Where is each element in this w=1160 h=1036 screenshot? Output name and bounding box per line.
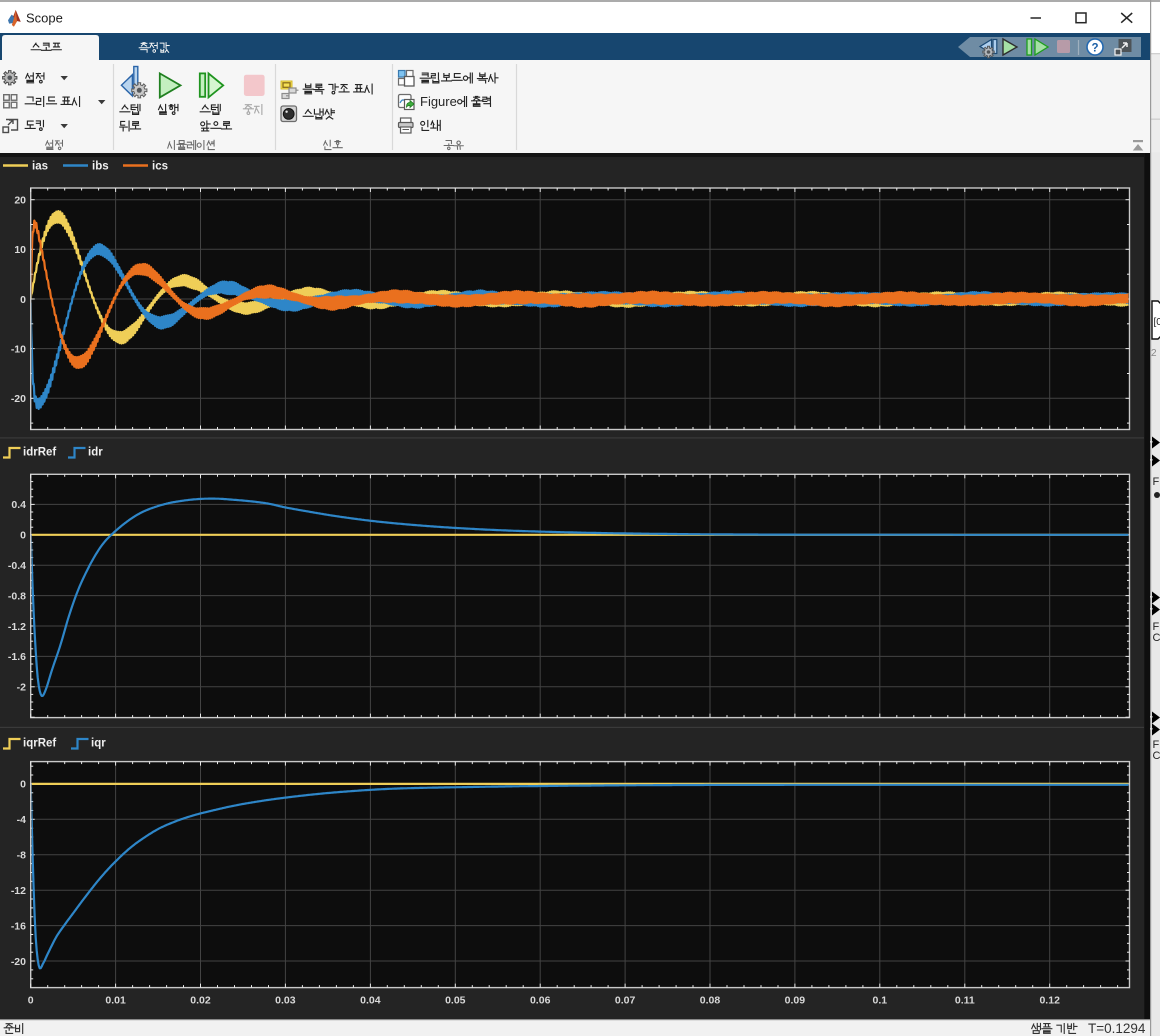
svg-text:idrRef: idrRef	[23, 447, 56, 459]
svg-text:0.06: 0.06	[530, 995, 551, 1007]
svg-text:0.09: 0.09	[785, 995, 806, 1007]
svg-text:0.01: 0.01	[105, 995, 126, 1007]
svg-text:0.04: 0.04	[360, 995, 381, 1007]
svg-text:-20: -20	[11, 956, 26, 968]
svg-text:0.4: 0.4	[11, 499, 26, 511]
svg-text:-0.8: -0.8	[8, 590, 26, 602]
svg-text:Figure: Figure	[420, 94, 457, 109]
svg-text:-10: -10	[11, 343, 26, 355]
svg-text:0: 0	[20, 294, 26, 306]
svg-text:-2: -2	[17, 682, 26, 694]
svg-text:C: C	[1153, 632, 1160, 644]
svg-text:ibs: ibs	[92, 161, 109, 173]
svg-text:-1.2: -1.2	[8, 621, 26, 633]
svg-text:0.02: 0.02	[190, 995, 211, 1007]
svg-text:0: 0	[20, 530, 26, 542]
svg-text:0.1: 0.1	[872, 995, 887, 1007]
svg-text:0.12: 0.12	[1039, 995, 1060, 1007]
svg-text:10: 10	[14, 244, 26, 256]
svg-text:-20: -20	[11, 393, 26, 405]
svg-text:T=0.1294: T=0.1294	[1088, 1021, 1146, 1036]
svg-text:?: ?	[1091, 43, 1098, 55]
svg-text:0: 0	[20, 779, 26, 791]
svg-text:ias: ias	[32, 161, 48, 173]
svg-text:iqrRef: iqrRef	[23, 738, 56, 750]
svg-text:-1.6: -1.6	[8, 651, 26, 663]
svg-text:-8: -8	[17, 850, 26, 862]
svg-text:-12: -12	[11, 885, 26, 897]
svg-text:C: C	[1153, 750, 1160, 762]
svg-text:iqr: iqr	[91, 738, 106, 750]
svg-text:0.03: 0.03	[275, 995, 296, 1007]
svg-text:Scope: Scope	[26, 11, 63, 26]
svg-text:ics: ics	[152, 161, 168, 173]
svg-text:-0.4: -0.4	[8, 560, 26, 572]
svg-text:0.11: 0.11	[955, 995, 975, 1007]
svg-text:20: 20	[14, 195, 26, 207]
svg-text:0.07: 0.07	[615, 995, 636, 1007]
svg-text:-16: -16	[11, 920, 26, 932]
svg-text:2: 2	[1151, 348, 1157, 359]
svg-text:idr: idr	[88, 447, 103, 459]
svg-text:F: F	[1153, 476, 1160, 488]
svg-text:0.05: 0.05	[445, 995, 466, 1007]
svg-text:0.08: 0.08	[700, 995, 721, 1007]
svg-text:[0: [0	[1154, 317, 1160, 328]
svg-text:0: 0	[28, 995, 34, 1007]
svg-text:-4: -4	[17, 814, 26, 826]
